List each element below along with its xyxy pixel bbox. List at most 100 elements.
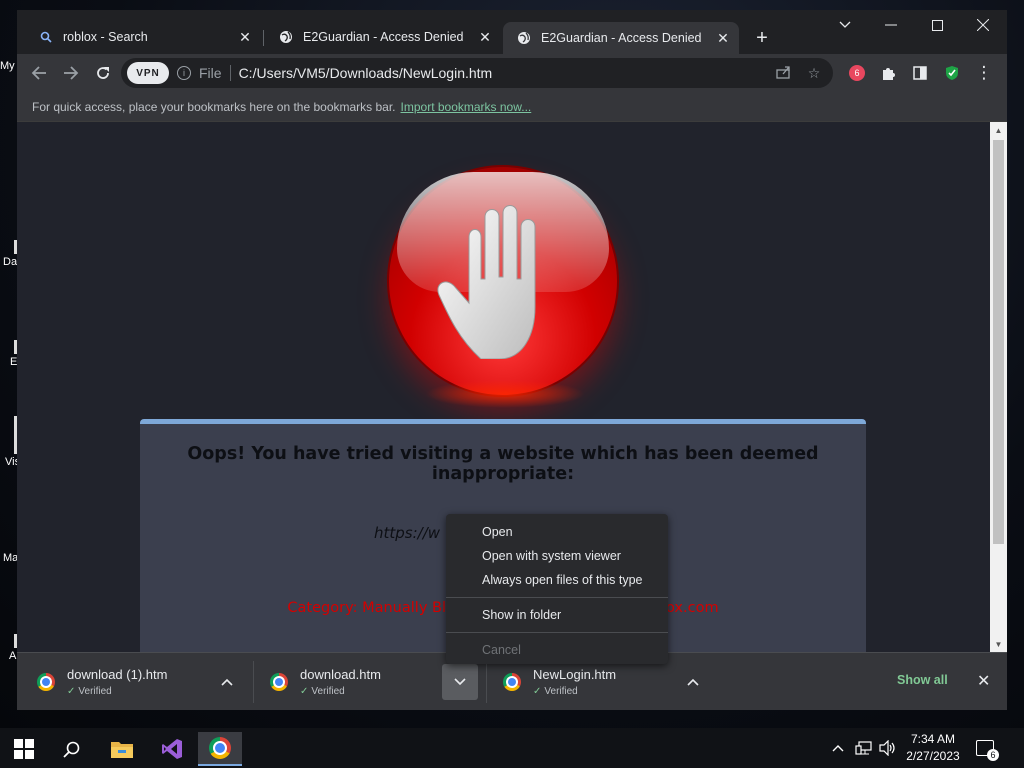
close-icon[interactable]: ✕ (715, 30, 731, 46)
chevron-up-icon[interactable] (209, 664, 245, 700)
page-scrollbar[interactable]: ▲ ▼ (990, 122, 1007, 652)
notification-count: 6 (987, 749, 999, 761)
desktop-icon[interactable]: Vis (0, 416, 20, 468)
scroll-up-arrow[interactable]: ▲ (990, 122, 1007, 138)
url-text[interactable]: C:/Users/VM5/Downloads/NewLogin.htm (239, 65, 773, 81)
scheme-label: File (199, 65, 222, 81)
check-icon: ✓ (300, 686, 309, 697)
extension-lock-icon[interactable]: 6 (845, 61, 869, 85)
check-icon: ✓ (67, 686, 76, 697)
menu-item-cancel: Cancel (446, 638, 668, 662)
menu-divider (446, 597, 668, 598)
desktop-icon[interactable]: A (0, 634, 18, 662)
clock-date: 2/27/2023 (906, 749, 960, 763)
back-button[interactable] (27, 61, 51, 85)
denied-message: Oops! You have tried visiting a website … (187, 444, 819, 484)
menu-item-label: Always open files of this type (482, 573, 643, 587)
download-status: Verified (78, 686, 112, 697)
menu-item-open[interactable]: Open (446, 520, 668, 544)
chevron-down-icon[interactable] (442, 664, 478, 700)
close-icon[interactable]: ✕ (477, 29, 493, 45)
stop-hand-icon (389, 167, 617, 395)
download-filename: NewLogin.htm (533, 667, 617, 682)
download-filename: download (1).htm (67, 667, 168, 682)
address-bar[interactable]: VPN i File C:/Users/VM5/Downloads/NewLog… (121, 58, 833, 88)
menu-item-label: Open (482, 525, 513, 539)
tab-divider (263, 30, 264, 46)
globe-icon (279, 30, 293, 44)
network-icon[interactable] (855, 728, 873, 768)
chevron-up-icon[interactable] (675, 664, 711, 700)
file-explorer-icon[interactable] (100, 732, 144, 766)
shield-check-icon[interactable] (940, 61, 964, 85)
search-icon[interactable] (50, 732, 94, 766)
blocked-url: https://w (374, 524, 441, 542)
tab-access-denied-active[interactable]: E2Guardian - Access Denied ✕ (503, 22, 739, 54)
divider (229, 65, 231, 81)
extensions-puzzle-icon[interactable] (876, 61, 900, 85)
chrome-icon (270, 673, 288, 691)
close-icon[interactable]: ✕ (977, 671, 990, 691)
tray-overflow-chevron-icon[interactable] (832, 728, 844, 768)
notification-center-icon[interactable]: 6 (976, 728, 999, 768)
tab-access-denied[interactable]: E2Guardian - Access Denied ✕ (265, 22, 501, 52)
scroll-down-arrow[interactable]: ▼ (990, 636, 1007, 652)
menu-item-open-system-viewer[interactable]: Open with system viewer (446, 544, 668, 568)
desktop-icon[interactable]: E (0, 340, 18, 368)
reload-button[interactable] (91, 61, 115, 85)
tab-search-button[interactable] (822, 10, 868, 40)
category-domain: ox.com (665, 600, 719, 616)
menu-item-show-in-folder[interactable]: Show in folder (446, 603, 668, 627)
info-icon[interactable]: i (177, 66, 191, 80)
tab-title: E2Guardian - Access Denied (541, 31, 702, 45)
desktop-icon-label: Da (3, 256, 18, 268)
share-icon[interactable] (773, 65, 795, 82)
bookmarks-bar: For quick access, place your bookmarks h… (17, 92, 1007, 122)
download-item[interactable]: download (1).htm ✓ Verified (17, 653, 251, 711)
vpn-badge[interactable]: VPN (127, 62, 169, 84)
menu-kebab-icon[interactable]: ⋮ (972, 61, 996, 85)
menu-item-label: Show in folder (482, 608, 562, 622)
desktop-icon[interactable]: Ma (0, 536, 18, 564)
show-all-button[interactable]: Show all (897, 673, 948, 687)
check-icon: ✓ (533, 686, 542, 697)
bookmarks-hint: For quick access, place your bookmarks h… (32, 99, 396, 114)
desktop-icon[interactable]: My (0, 60, 18, 72)
chrome-icon (37, 673, 55, 691)
tab-strip: roblox - Search ✕ E2Guardian - Access De… (17, 10, 1007, 54)
system-clock[interactable]: 7:34 AM 2/27/2023 (898, 731, 968, 765)
download-filename: download.htm (300, 667, 381, 682)
side-panel-icon[interactable] (908, 61, 932, 85)
desktop-icon-label: Ma (3, 552, 19, 564)
volume-icon[interactable] (879, 728, 897, 768)
bookmark-star-icon[interactable]: ☆ (803, 65, 825, 82)
toolbar: VPN i File C:/Users/VM5/Downloads/NewLog… (17, 54, 1007, 92)
start-button[interactable] (2, 732, 46, 766)
maximize-button[interactable] (914, 10, 960, 40)
scroll-thumb[interactable] (993, 140, 1004, 544)
download-status: Verified (311, 686, 345, 697)
taskbar: 7:34 AM 2/27/2023 6 (0, 728, 1024, 768)
desktop-icon[interactable]: Da (0, 240, 18, 268)
close-icon[interactable]: ✕ (237, 29, 253, 45)
download-status: Verified (544, 686, 578, 697)
tab-title: E2Guardian - Access Denied (303, 30, 464, 44)
download-context-menu: Open Open with system viewer Always open… (446, 514, 668, 664)
visual-studio-icon[interactable] (150, 732, 194, 766)
category-label: Category: Manually Bl (287, 600, 446, 616)
globe-icon (517, 31, 531, 45)
forward-button[interactable] (59, 61, 83, 85)
clock-time: 7:34 AM (910, 732, 956, 746)
chrome-icon (503, 673, 521, 691)
tab-title: roblox - Search (63, 30, 148, 44)
import-bookmarks-link[interactable]: Import bookmarks now... (401, 100, 532, 114)
desktop-icon-label: A (9, 650, 17, 662)
new-tab-button[interactable]: + (752, 27, 772, 50)
minimize-button[interactable] (868, 10, 914, 40)
close-window-button[interactable] (960, 10, 1006, 40)
tab-roblox-search[interactable]: roblox - Search ✕ (25, 22, 261, 52)
desktop-icon-label: My (0, 60, 15, 72)
menu-item-always-open[interactable]: Always open files of this type (446, 568, 668, 592)
search-icon (39, 30, 53, 44)
browser-taskbar-icon[interactable] (198, 732, 242, 766)
